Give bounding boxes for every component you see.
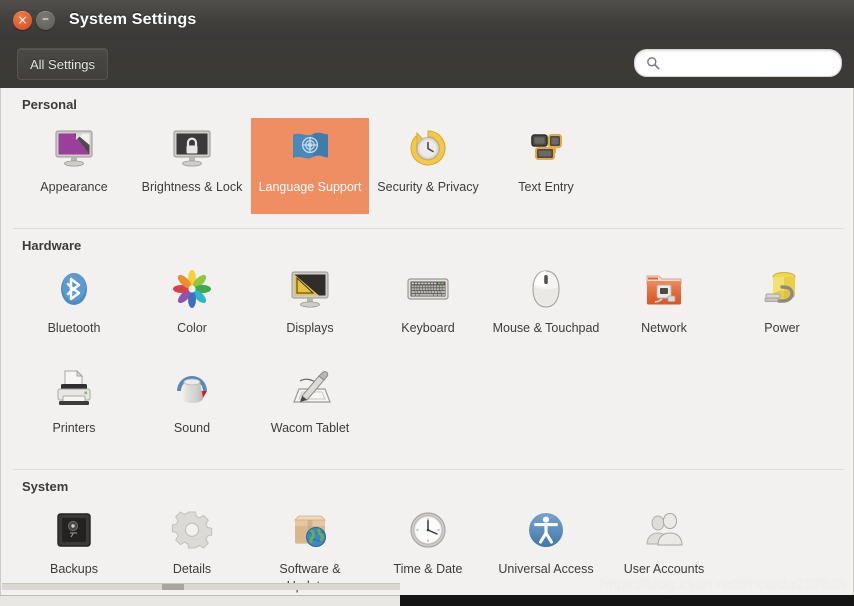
settings-item-label: Displays	[286, 321, 334, 335]
settings-item-mouse-touchpad[interactable]: Mouse & Touchpad	[487, 259, 605, 355]
user-accounts-icon	[640, 506, 688, 554]
settings-item-language-support[interactable]: Language Support	[251, 118, 369, 214]
details-icon	[168, 506, 216, 554]
settings-item-label: Text Entry	[518, 180, 574, 194]
settings-item-text-entry[interactable]: Text Entry	[487, 118, 605, 214]
settings-item-user-accounts[interactable]: User Accounts	[605, 500, 723, 595]
bluetooth-icon	[50, 265, 98, 313]
settings-item-label: Sound	[173, 421, 211, 435]
language-support-icon	[286, 124, 334, 172]
minimize-icon: –	[42, 10, 49, 27]
settings-item-appearance[interactable]: Appearance	[15, 118, 133, 214]
settings-item-security-privacy[interactable]: Security & Privacy	[369, 118, 487, 214]
settings-item-sound[interactable]: Sound	[133, 359, 251, 455]
close-icon: ×	[17, 12, 28, 27]
settings-item-software-updates[interactable]: Software & Updates	[251, 500, 369, 595]
settings-item-details[interactable]: Details	[133, 500, 251, 595]
text-entry-icon	[522, 124, 570, 172]
settings-item-bluetooth[interactable]: Bluetooth	[15, 259, 133, 355]
settings-item-backups[interactable]: Backups	[15, 500, 133, 595]
search-icon	[646, 56, 660, 70]
settings-item-label: Printers	[52, 421, 96, 435]
all-settings-label: All Settings	[30, 56, 96, 72]
settings-item-label: Appearance	[40, 180, 108, 194]
settings-item-label: Keyboard	[401, 321, 455, 335]
settings-item-label: Power	[764, 321, 800, 335]
wacom-tablet-icon	[286, 365, 334, 413]
settings-item-time-date[interactable]: Time & Date	[369, 500, 487, 595]
settings-item-label: Backups	[50, 562, 98, 576]
time-date-icon	[404, 506, 452, 554]
settings-item-label: Color	[177, 321, 207, 335]
mouse-touchpad-icon	[522, 265, 570, 313]
settings-item-label: Security & Privacy	[377, 180, 479, 194]
settings-item-label: Network	[641, 321, 687, 335]
window-title: System Settings	[69, 11, 197, 28]
keyboard-icon	[404, 265, 452, 313]
color-icon	[168, 265, 216, 313]
universal-access-icon	[522, 506, 570, 554]
settings-item-keyboard[interactable]: Keyboard	[369, 259, 487, 355]
search-box[interactable]	[634, 49, 842, 77]
software-updates-icon	[286, 506, 334, 554]
toolbar: All Settings	[0, 40, 854, 89]
bottom-edge-light	[0, 595, 400, 606]
settings-item-displays[interactable]: Displays	[251, 259, 369, 355]
displays-icon	[286, 265, 334, 313]
all-settings-button[interactable]: All Settings	[17, 48, 109, 80]
minimize-button[interactable]: –	[36, 10, 55, 30]
section-title-personal: Personal	[22, 97, 77, 112]
search-input[interactable]	[666, 55, 830, 71]
settings-item-wacom-tablet[interactable]: Wacom Tablet	[251, 359, 369, 455]
horizontal-scrollbar[interactable]	[2, 583, 400, 590]
grid-hardware: Bluetooth Color Displays Keyboard Mouse …	[1, 257, 853, 463]
backups-icon	[50, 506, 98, 554]
section-personal: Personal Appearance Brightness & Lock La…	[1, 88, 853, 229]
settings-content: Personal Appearance Brightness & Lock La…	[0, 88, 854, 595]
settings-item-label: Time & Date	[393, 562, 463, 576]
title-bar: × – System Settings	[0, 0, 854, 40]
brightness-lock-icon	[168, 124, 216, 172]
scrollbar-thumb[interactable]	[162, 584, 184, 590]
bottom-edge	[0, 595, 854, 606]
settings-item-brightness-lock[interactable]: Brightness & Lock	[133, 118, 251, 214]
settings-item-label: Bluetooth	[47, 321, 101, 335]
appearance-icon	[50, 124, 98, 172]
settings-item-label: User Accounts	[623, 562, 705, 576]
network-icon	[640, 265, 688, 313]
settings-item-color[interactable]: Color	[133, 259, 251, 355]
section-system: System Backups Details Software & Time &…	[1, 470, 853, 595]
power-icon	[758, 265, 806, 313]
grid-system: Backups Details Software & Time & Date U…	[1, 498, 853, 595]
grid-personal: Appearance Brightness & Lock Language Su…	[1, 116, 853, 222]
settings-item-label: Details	[172, 562, 212, 576]
settings-item-label: Wacom Tablet	[270, 421, 350, 435]
settings-item-label: Brightness & Lock	[141, 180, 243, 194]
sound-icon	[168, 365, 216, 413]
settings-item-printers[interactable]: Printers	[15, 359, 133, 455]
settings-item-network[interactable]: Network	[605, 259, 723, 355]
section-hardware: Hardware Bluetooth Color Displays Keyboa…	[1, 229, 853, 470]
section-title-hardware: Hardware	[22, 238, 82, 253]
settings-item-universal-access[interactable]: Universal Access	[487, 500, 605, 595]
settings-item-label: Universal Access	[498, 562, 594, 576]
section-title-system: System	[22, 479, 69, 494]
security-privacy-icon	[404, 124, 452, 172]
close-button[interactable]: ×	[13, 10, 32, 30]
settings-item-label: Language Support	[258, 180, 362, 194]
system-settings-window: × – System Settings All Settings Persona…	[0, 0, 854, 606]
printers-icon	[50, 365, 98, 413]
settings-item-label: Mouse & Touchpad	[492, 321, 600, 335]
settings-item-power[interactable]: Power	[723, 259, 841, 355]
